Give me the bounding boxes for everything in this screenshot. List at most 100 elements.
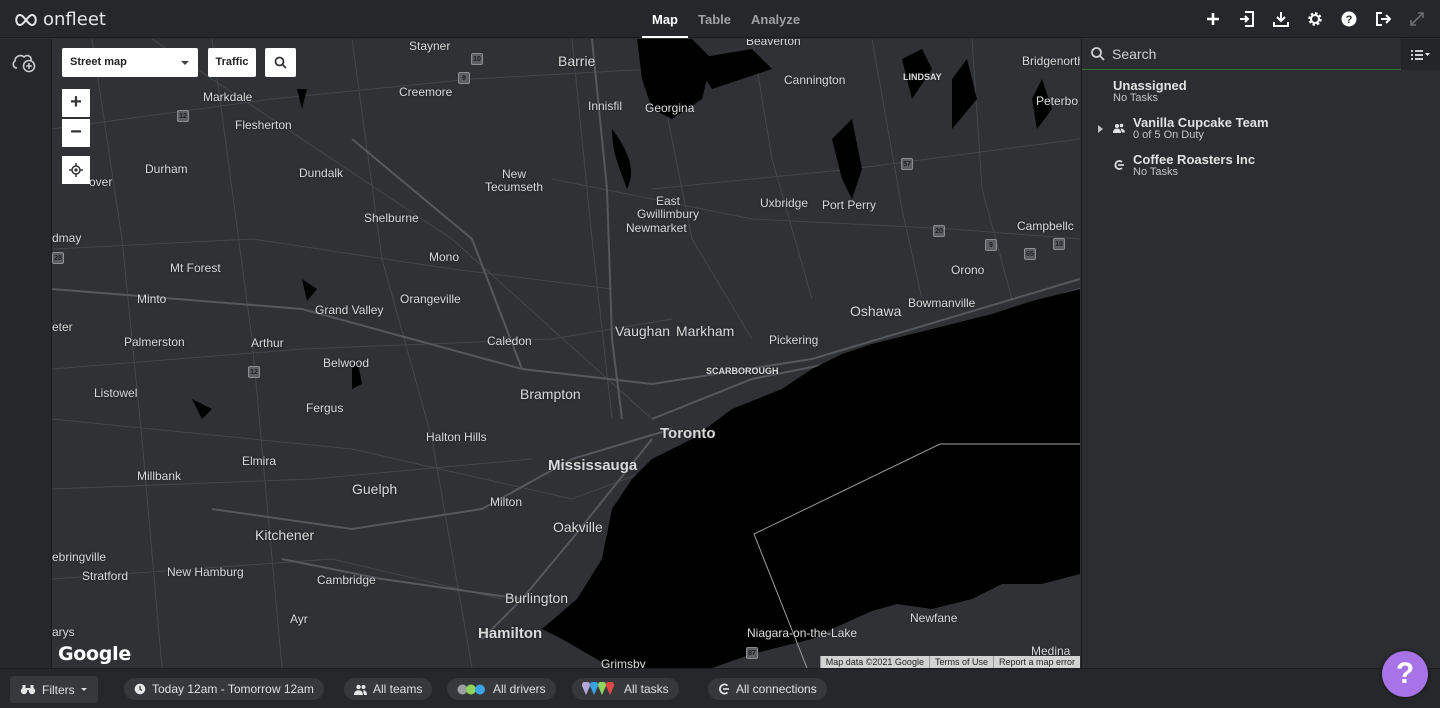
map-search-button[interactable]	[265, 48, 296, 77]
task-pins-icon	[582, 682, 614, 695]
place-label: Vaughan	[615, 323, 671, 339]
place-label: Niagara-on-the-Lake	[747, 626, 858, 640]
place-label: Elmira	[242, 454, 277, 468]
expand-button[interactable]	[1408, 10, 1426, 28]
highway-shield: 12	[248, 366, 260, 378]
import-button[interactable]	[1238, 10, 1256, 28]
place-label: SCARBOROUGH	[706, 366, 779, 376]
place-label: Georgina	[645, 101, 695, 115]
place-label: Durham	[145, 162, 188, 176]
clock-icon	[134, 683, 146, 695]
chevron-down-icon	[80, 688, 87, 691]
list-options-button[interactable]	[1401, 39, 1440, 70]
highway-shield: 65	[1024, 248, 1036, 260]
place-label: Mono	[429, 250, 460, 264]
tab-analyze[interactable]: Analyze	[741, 0, 810, 38]
place-label: Stayner	[409, 39, 451, 53]
tasks-filter-pill[interactable]: All tasks	[572, 678, 679, 700]
expand-arrow-icon[interactable]	[1098, 125, 1103, 133]
place-label: Oshawa	[850, 303, 902, 319]
place-label: Guelph	[352, 481, 398, 497]
search-icon	[274, 56, 287, 69]
highway-shield: 12	[177, 110, 189, 122]
onfleet-logo[interactable]: onfleet	[14, 9, 106, 30]
infinity-logo-icon	[15, 13, 37, 26]
panel-search-bar	[1082, 39, 1440, 70]
connections-filter-label: All connections	[736, 682, 817, 696]
tab-table[interactable]: Table	[688, 0, 741, 38]
team-row-vanilla-cupcake[interactable]: Vanilla Cupcake Team 0 of 5 On Duty	[1082, 115, 1440, 151]
teams-filter-pill[interactable]: All teams	[344, 678, 433, 700]
place-label: Burlington	[505, 590, 569, 606]
highway-shield: 9	[985, 239, 997, 251]
zoom-out-button[interactable]: −	[62, 119, 90, 147]
filters-button[interactable]: Filters	[10, 676, 98, 703]
place-label: Mt Forest	[170, 261, 221, 275]
binoculars-icon	[20, 685, 36, 695]
import-icon	[1240, 11, 1254, 27]
place-label: Grimsby	[601, 657, 646, 668]
drivers-filter-label: All drivers	[493, 682, 546, 696]
filters-label: Filters	[42, 682, 75, 697]
highway-shield: 57	[901, 158, 913, 170]
tab-map[interactable]: Map	[642, 0, 688, 38]
zoom-in-button[interactable]: +	[62, 89, 90, 117]
place-label: Uxbridge	[760, 196, 809, 210]
traffic-button[interactable]: Traffic	[208, 48, 256, 77]
highway-shield: 20	[933, 225, 945, 237]
connection-icon	[1114, 160, 1124, 170]
place-label: Toronto	[660, 425, 716, 442]
highway-shield: 9	[458, 72, 470, 84]
help-button[interactable]: ?	[1340, 10, 1358, 28]
place-label: Ayr	[290, 612, 308, 626]
settings-button[interactable]	[1306, 10, 1324, 28]
expand-icon	[1410, 12, 1424, 26]
place-label: Barrie	[558, 53, 596, 69]
place-label: Listowel	[94, 386, 138, 400]
left-rail	[0, 39, 52, 668]
create-task-button[interactable]	[1204, 10, 1222, 28]
team-row-unassigned[interactable]: Unassigned No Tasks	[1082, 78, 1440, 114]
google-logo: Google	[58, 643, 131, 665]
bottom-filter-bar: Filters Today 12am - Tomorrow 12am All t…	[0, 668, 1440, 708]
place-label: Beaverton	[746, 39, 801, 48]
svg-text:?: ?	[1346, 14, 1353, 26]
logout-button[interactable]	[1374, 10, 1392, 28]
help-chat-button[interactable]: ?	[1382, 651, 1428, 697]
place-label: Markdale	[203, 90, 253, 104]
place-label: Peterbo	[1036, 94, 1079, 108]
panel-search-input[interactable]	[1112, 46, 1392, 62]
search-icon	[1091, 47, 1105, 61]
team-status: No Tasks	[1133, 166, 1179, 178]
drivers-filter-pill[interactable]: All drivers	[447, 678, 556, 700]
map-type-dropdown[interactable]: Street map	[62, 48, 198, 77]
connections-filter-pill[interactable]: All connections	[708, 678, 827, 700]
place-label: Mississauga	[548, 457, 638, 474]
teams-filter-label: All teams	[373, 682, 423, 696]
download-button[interactable]	[1272, 10, 1290, 28]
new-task-cloud-button[interactable]	[11, 51, 37, 73]
crosshair-icon	[69, 163, 83, 177]
place-label: Grand Valley	[315, 303, 384, 317]
report-map-error-link[interactable]: Report a map error	[992, 656, 1080, 668]
map-view[interactable]: Stayner Barrie Beaverton Cannington LIND…	[52, 39, 1080, 668]
map-data-credit: Map data ©2021 Google	[819, 656, 929, 668]
team-status: 0 of 5 On Duty	[1133, 129, 1204, 141]
place-label: Pickering	[769, 333, 819, 347]
list-menu-icon	[1411, 49, 1430, 60]
place-label: Brampton	[520, 386, 581, 402]
time-range-label: Today 12am - Tomorrow 12am	[152, 682, 314, 696]
terms-of-use-link[interactable]: Terms of Use	[928, 656, 993, 668]
team-row-coffee-roasters[interactable]: Coffee Roasters Inc No Tasks	[1082, 152, 1440, 188]
place-label: Stratford	[82, 569, 129, 583]
place-label: LINDSAY	[903, 72, 942, 82]
driver-status-dots-icon	[457, 684, 485, 694]
place-label: Cambridge	[317, 573, 376, 587]
team-name: Unassigned	[1113, 78, 1187, 93]
place-label: Orono	[951, 263, 985, 277]
team-name: Coffee Roasters Inc	[1133, 152, 1256, 167]
place-label: Hamilton	[478, 625, 543, 642]
locate-button[interactable]	[62, 156, 90, 184]
highway-shield: 87	[746, 647, 758, 659]
time-range-pill[interactable]: Today 12am - Tomorrow 12am	[124, 678, 324, 700]
